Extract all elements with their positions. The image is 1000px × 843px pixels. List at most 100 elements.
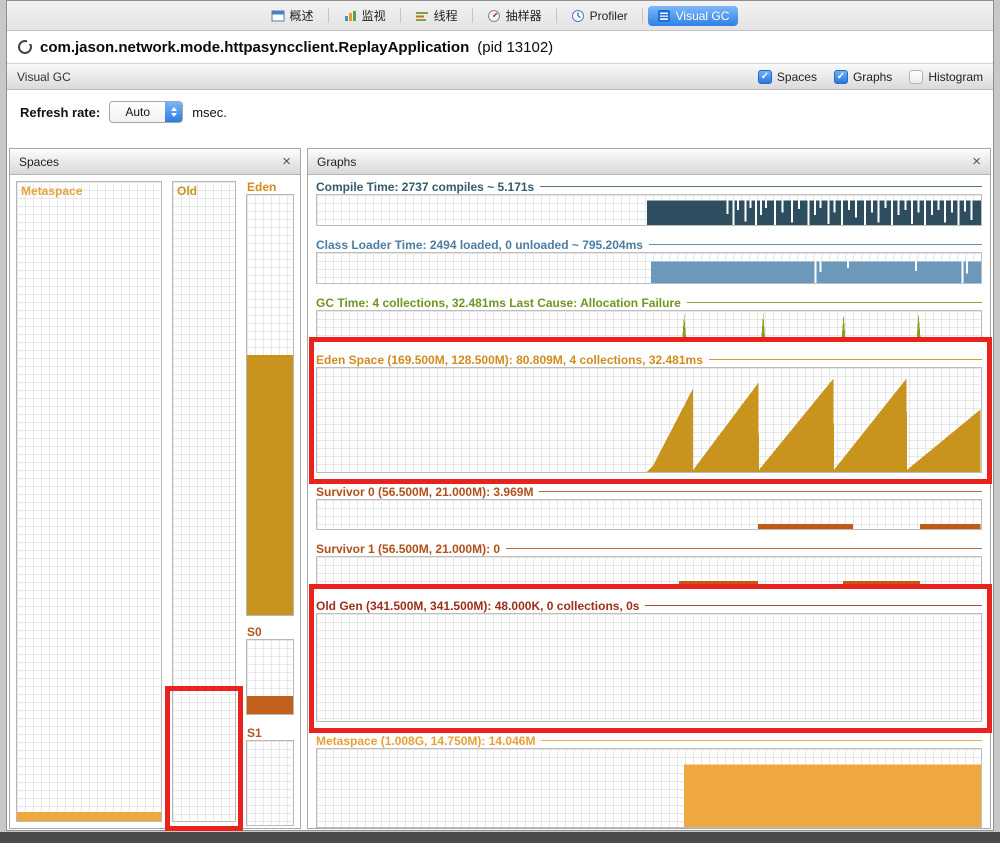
app-icon [18, 40, 32, 54]
metaspace-label: Metaspace [21, 184, 83, 198]
app-title-row: com.jason.network.mode.httpasyncclient.R… [7, 31, 993, 63]
old-label: Old [177, 184, 197, 198]
checkbox-label: Spaces [776, 69, 817, 84]
arrow-down-icon [170, 113, 177, 117]
tab-visual-gc[interactable]: Visual GC [647, 5, 739, 26]
refresh-rate-select[interactable]: Auto [109, 101, 184, 123]
old-column: Old [172, 181, 236, 822]
compile-time-title: Compile Time: 2737 compiles ~ 5.171s [316, 179, 535, 194]
graphs-rows: Compile Time: 2737 compiles ~ 5.171s Clas… [308, 175, 990, 828]
checkbox-checked-icon: ✓ [833, 69, 848, 84]
eden-space-box [246, 194, 294, 616]
arrow-up-icon [170, 107, 177, 111]
spaces-columns: Metaspace Old Eden S0 S1 [10, 175, 300, 828]
title-rule [686, 302, 982, 303]
checkbox-label: Graphs [852, 69, 893, 84]
class-loader-time-chart [316, 252, 982, 284]
visualvm-window: 概述 监视 线程 抽样器 Profiler Visual GC com.jason.net… [6, 0, 994, 831]
checkbox-label: Histogram [928, 69, 983, 84]
close-icon[interactable]: × [972, 154, 981, 169]
pid-label: (pid 13102) [477, 38, 554, 56]
eden-fill [247, 354, 293, 615]
tab-separator [399, 8, 401, 23]
metaspace-space-box: Metaspace [16, 181, 162, 822]
eden-label: Eden [247, 180, 277, 194]
spaces-panel-body: Metaspace Old Eden S0 S1 [10, 175, 300, 828]
tab-label: Profiler [589, 8, 628, 23]
title-rule [540, 186, 982, 187]
tab-label: 概述 [289, 9, 314, 23]
stepper-icon[interactable] [165, 102, 183, 122]
title-rule [539, 491, 982, 492]
checkbox-graphs[interactable]: ✓ Graphs [833, 69, 893, 84]
graphs-panel-body: Compile Time: 2737 compiles ~ 5.171s Clas… [308, 175, 990, 828]
close-icon[interactable]: × [282, 154, 291, 169]
tab-threads[interactable]: 线程 [406, 4, 467, 27]
visualgc-toolbar: Visual GC ✓ Spaces ✓ Graphs Histogram [7, 63, 993, 90]
graph-row-compile-time: Compile Time: 2737 compiles ~ 5.171s [316, 179, 982, 226]
spaces-panel: Spaces × Metaspace Old Eden S0 S1 [9, 148, 301, 829]
compile-time-chart [316, 194, 982, 226]
tab-separator [555, 8, 557, 23]
s1-label: S1 [247, 726, 262, 740]
survivor-1-title: Survivor 1 (56.500M, 21.000M): 0 [316, 541, 501, 556]
title-rule [708, 359, 982, 360]
s0-fill [247, 695, 293, 714]
checkbox-spaces[interactable]: ✓ Spaces [757, 69, 817, 84]
old-gen-chart [316, 613, 982, 722]
s0-space-box [246, 639, 294, 715]
tab-label: Visual GC [675, 8, 730, 23]
toolbar-checkboxes: ✓ Spaces ✓ Graphs Histogram [757, 69, 983, 84]
survivor-0-title: Survivor 0 (56.500M, 21.000M): 3.969M [316, 484, 534, 499]
tab-monitor[interactable]: 监视 [334, 4, 395, 27]
checkbox-unchecked-icon [909, 69, 924, 84]
checkbox-checked-icon: ✓ [757, 69, 772, 84]
title-rule [506, 548, 982, 549]
spaces-panel-header: Spaces × [10, 149, 300, 175]
old-space-box: Old [172, 181, 236, 822]
title-rule [541, 740, 982, 741]
screen: 概述 监视 线程 抽样器 Profiler Visual GC com.jason.net… [0, 0, 1000, 843]
page-title: com.jason.network.mode.httpasyncclient.R… [40, 38, 470, 56]
tab-profiler[interactable]: Profiler [562, 6, 637, 26]
tab-label: 抽样器 [505, 9, 542, 23]
graph-row-survivor-0: Survivor 0 (56.500M, 21.000M): 3.969M [316, 484, 982, 530]
monitor-icon [343, 9, 357, 23]
graph-row-old-gen: Old Gen (341.500M, 341.500M): 48.000K, 0… [316, 598, 982, 722]
visualgc-toolbar-title: Visual GC [17, 69, 71, 84]
graph-row-metaspace-graph: Metaspace (1.008G, 14.750M): 14.046M [316, 733, 982, 828]
graph-row-survivor-1: Survivor 1 (56.500M, 21.000M): 0 [316, 541, 982, 587]
refresh-rate-value: Auto [125, 105, 151, 119]
survivor-0-chart [316, 499, 982, 530]
gc-time-chart [316, 310, 982, 341]
sampler-icon [487, 9, 501, 23]
tab-sampler[interactable]: 抽样器 [478, 4, 551, 27]
old-gen-title: Old Gen (341.500M, 341.500M): 48.000K, 0… [316, 598, 640, 613]
metaspace-graph-title: Metaspace (1.008G, 14.750M): 14.046M [316, 733, 536, 748]
eden-space-title: Eden Space (169.500M, 128.500M): 80.809M… [316, 352, 703, 367]
graphs-panel-title: Graphs [317, 154, 357, 169]
overview-icon [271, 9, 285, 23]
metaspace-graph-chart [316, 748, 982, 828]
class-loader-time-title: Class Loader Time: 2494 loaded, 0 unload… [316, 237, 643, 252]
graphs-panel-header: Graphs × [308, 149, 990, 175]
profiler-icon [571, 9, 585, 23]
survivor-1-chart [316, 556, 982, 587]
checkbox-histogram[interactable]: Histogram [909, 69, 983, 84]
tab-bar: 概述 监视 线程 抽样器 Profiler Visual GC [7, 1, 993, 31]
tab-label: 线程 [433, 9, 458, 23]
graph-row-class-loader-time: Class Loader Time: 2494 loaded, 0 unload… [316, 237, 982, 284]
title-rule [645, 605, 982, 606]
s1-space-box [246, 740, 294, 826]
refresh-rate-label: Refresh rate: [20, 104, 101, 120]
tab-overview[interactable]: 概述 [262, 4, 323, 27]
eden-space-chart [316, 367, 982, 473]
graph-row-eden-space: Eden Space (169.500M, 128.500M): 80.809M… [316, 352, 982, 473]
title-rule [648, 244, 982, 245]
s0-label: S0 [247, 625, 262, 639]
panels-area: Spaces × Metaspace Old Eden S0 S1 Graphs × C… [7, 134, 993, 830]
tab-separator [471, 8, 473, 23]
metaspace-column: Metaspace [16, 181, 162, 822]
spaces-panel-title: Spaces [19, 154, 60, 169]
refresh-rate-row: Refresh rate: Auto msec. [7, 90, 993, 134]
